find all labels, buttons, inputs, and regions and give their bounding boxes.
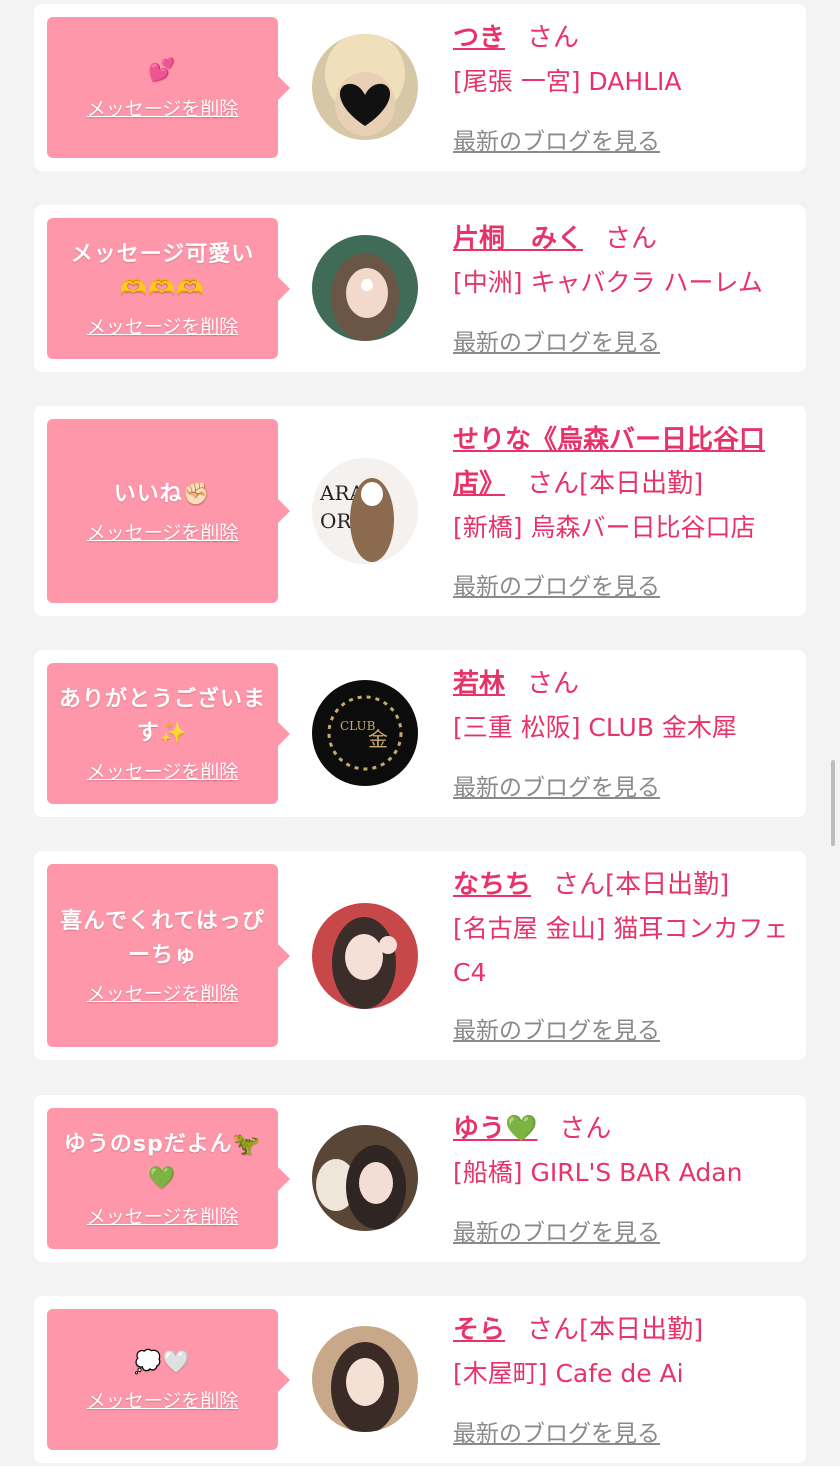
message-bubble: 💕 メッセージを削除 (47, 17, 290, 158)
status-label: [本日出勤] (605, 870, 730, 900)
honorific: さん (527, 669, 580, 699)
message-bubble: 喜んでくれてはっぴーちゅ メッセージを削除 (47, 864, 290, 1047)
status-label: [本日出勤] (579, 469, 704, 499)
avatar[interactable]: ARAS ORI (312, 458, 418, 564)
message-bubble: いいね✊🏻 メッセージを削除 (47, 419, 290, 603)
message-text: ゆうのspだよん🦖💚 (63, 1132, 262, 1191)
latest-blog-link[interactable]: 最新のブログを見る (453, 567, 660, 601)
status-label: [本日出勤] (579, 1315, 704, 1345)
avatar[interactable] (312, 1326, 418, 1432)
cast-info: そら さん[本日出勤] [木屋町] Cafe de Ai (453, 1308, 795, 1396)
scrollbar[interactable] (831, 760, 835, 846)
latest-blog-link[interactable]: 最新のブログを見る (453, 323, 660, 357)
message-card: いいね✊🏻 メッセージを削除 ARAS ORI せりな《烏森バー日比谷口店》 さん… (34, 406, 806, 616)
message-card: 喜んでくれてはっぴーちゅ メッセージを削除 なちち さん[本日出勤] [名古屋 金… (34, 851, 806, 1060)
message-bubble: メッセージ可愛い🫶🫶🫶 メッセージを削除 (47, 218, 290, 359)
cast-name-link[interactable]: なちち (453, 870, 531, 900)
honorific: さん (553, 870, 606, 900)
avatar[interactable] (312, 1125, 418, 1231)
latest-blog-link[interactable]: 最新のブログを見る (453, 768, 660, 802)
shop-name: [新橋] 烏森バー日比谷口店 (453, 513, 756, 542)
message-bubble: ありがとうございます✨ メッセージを削除 (47, 663, 290, 804)
cast-info: 片桐 みく さん [中洲] キャバクラ ハーレム (453, 217, 795, 305)
delete-message-link[interactable]: メッセージを削除 (87, 518, 239, 545)
avatar[interactable]: CLUB 金 (312, 680, 418, 786)
shop-name: [船橋] GIRL'S BAR Adan (453, 1158, 743, 1187)
cast-info: 若林 さん [三重 松阪] CLUB 金木犀 (453, 662, 795, 750)
avatar[interactable] (312, 34, 418, 140)
shop-name: [名古屋 金山] 猫耳コンカフェ C4 (453, 914, 789, 987)
cast-name-link[interactable]: ゆう💚 (453, 1114, 537, 1144)
delete-message-link[interactable]: メッセージを削除 (87, 1386, 239, 1413)
delete-message-link[interactable]: メッセージを削除 (87, 1202, 239, 1229)
delete-message-link[interactable]: メッセージを削除 (87, 94, 239, 121)
latest-blog-link[interactable]: 最新のブログを見る (453, 1213, 660, 1247)
latest-blog-link[interactable]: 最新のブログを見る (453, 1011, 660, 1045)
message-text: いいね✊🏻 (113, 481, 212, 507)
honorific: さん (559, 1114, 612, 1144)
cast-info: せりな《烏森バー日比谷口店》 さん[本日出勤] [新橋] 烏森バー日比谷口店 (453, 418, 795, 550)
message-bubble: ゆうのspだよん🦖💚 メッセージを削除 (47, 1108, 290, 1249)
svg-text:金: 金 (368, 727, 388, 751)
shop-name: [中洲] キャバクラ ハーレム (453, 268, 763, 297)
cast-name-link[interactable]: つき (453, 23, 505, 53)
cast-info: なちち さん[本日出勤] [名古屋 金山] 猫耳コンカフェ C4 (453, 863, 795, 995)
message-card: ありがとうございます✨ メッセージを削除 CLUB 金 若林 さん [三重 松阪]… (34, 650, 806, 817)
avatar[interactable] (312, 903, 418, 1009)
cast-info: つき さん [尾張 一宮] DAHLIA (453, 16, 795, 104)
cast-name-link[interactable]: そら (453, 1315, 505, 1345)
honorific: さん (527, 1315, 580, 1345)
latest-blog-link[interactable]: 最新のブログを見る (453, 1414, 660, 1448)
message-card: 💭🤍 メッセージを削除 そら さん[本日出勤] [木屋町] Cafe de Ai … (34, 1296, 806, 1463)
cast-name-link[interactable]: 片桐 みく (453, 224, 583, 254)
delete-message-link[interactable]: メッセージを削除 (87, 979, 239, 1006)
shop-name: [木屋町] Cafe de Ai (453, 1359, 684, 1388)
delete-message-link[interactable]: メッセージを削除 (87, 757, 239, 784)
honorific: さん (527, 469, 580, 499)
message-bubble: 💭🤍 メッセージを削除 (47, 1309, 290, 1450)
cast-info: ゆう💚 さん [船橋] GIRL'S BAR Adan (453, 1107, 795, 1195)
message-text: 💭🤍 (134, 1350, 191, 1375)
message-card: ゆうのspだよん🦖💚 メッセージを削除 ゆう💚 さん [船橋] GIRL'S BA… (34, 1095, 806, 1262)
cast-name-link[interactable]: 若林 (453, 669, 505, 699)
message-card: メッセージ可愛い🫶🫶🫶 メッセージを削除 片桐 みく さん [中洲] キャバクラ … (34, 205, 806, 372)
message-card: 💕 メッセージを削除 つき さん [尾張 一宮] DAHLIA 最新のブログを見る (34, 4, 806, 171)
shop-name: [三重 松阪] CLUB 金木犀 (453, 713, 737, 742)
honorific: さん (605, 224, 658, 254)
delete-message-link[interactable]: メッセージを削除 (87, 312, 239, 339)
message-text: 💕 (148, 58, 177, 83)
message-text: ありがとうございます✨ (58, 687, 266, 746)
latest-blog-link[interactable]: 最新のブログを見る (453, 122, 660, 156)
honorific: さん (527, 23, 580, 53)
avatar[interactable] (312, 235, 418, 341)
message-text: メッセージ可愛い🫶🫶🫶 (70, 242, 255, 301)
shop-name: [尾張 一宮] DAHLIA (453, 67, 682, 96)
message-text: 喜んでくれてはっぴーちゅ (60, 909, 265, 968)
